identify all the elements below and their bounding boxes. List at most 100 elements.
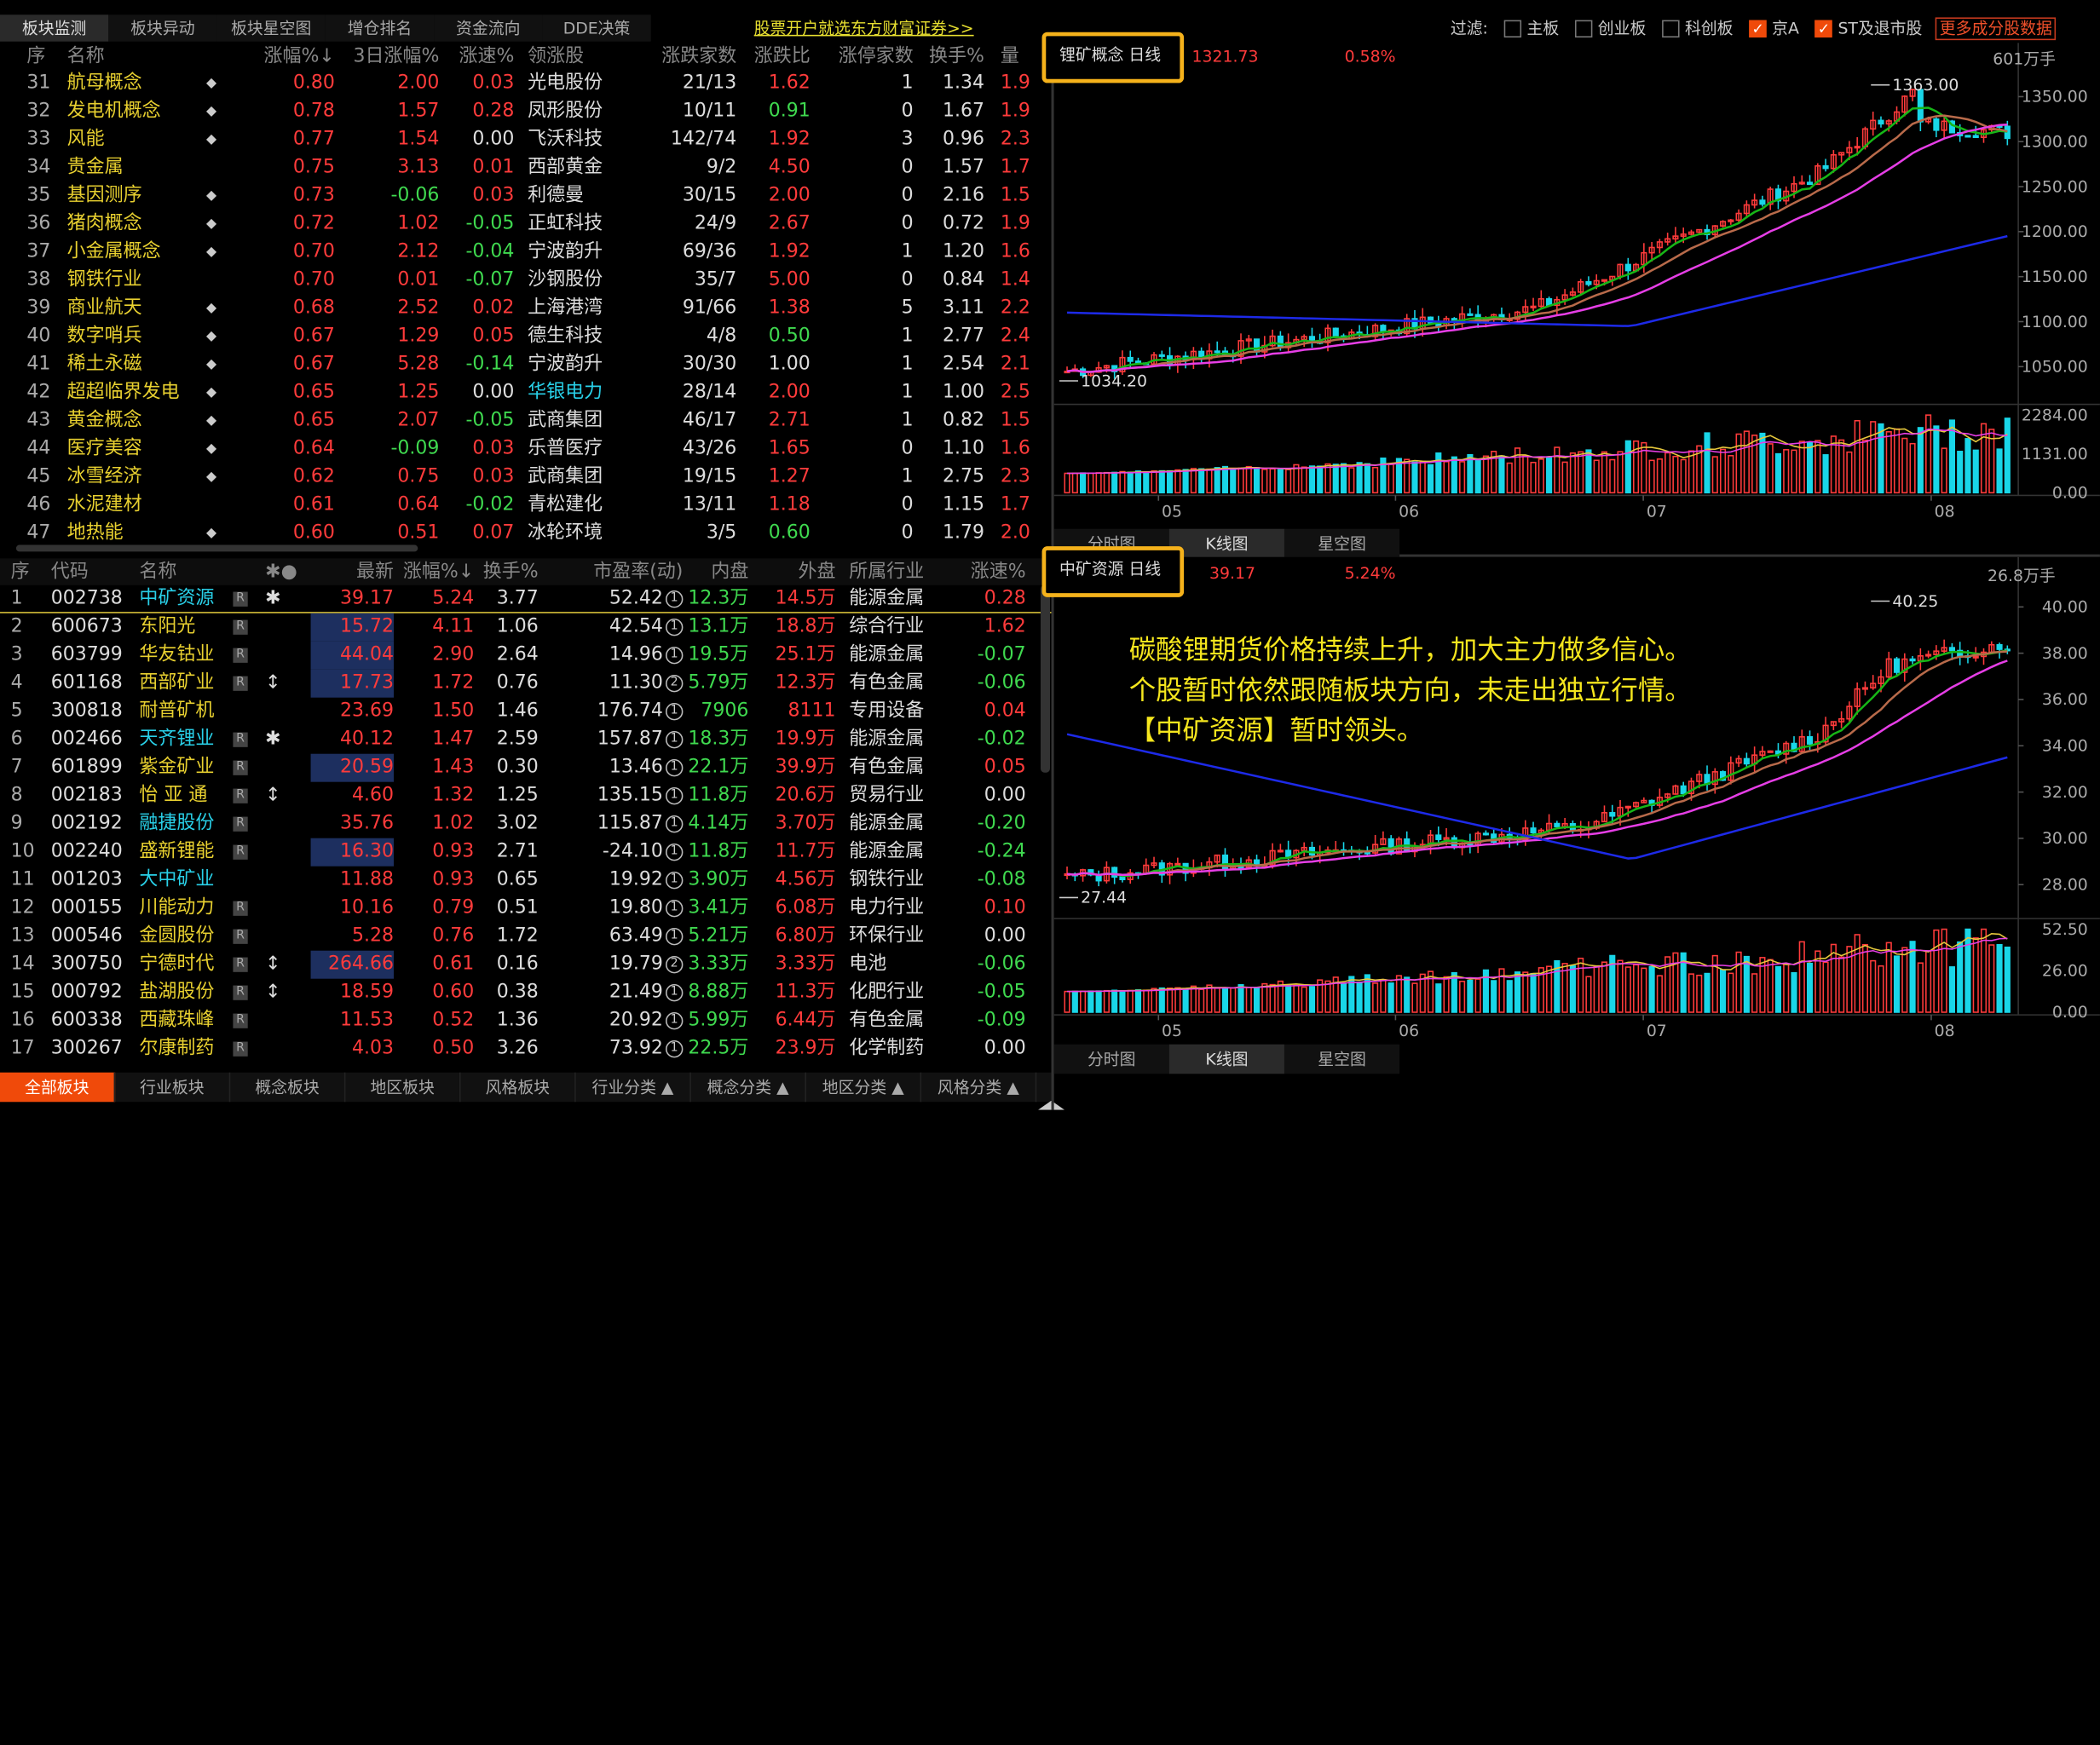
- stock-name[interactable]: 天齐锂业: [139, 729, 214, 750]
- stock-name[interactable]: 大中矿业: [139, 869, 214, 890]
- sector-header-6[interactable]: 涨跌家数: [632, 43, 736, 69]
- tab-5[interactable]: DDE决策: [542, 14, 651, 42]
- stock-row[interactable]: 12 000155 川能动力 R 10.16 0.79 0.51 19.80 1 3.41万 6.0…: [0, 895, 1052, 923]
- bottom-tab-6[interactable]: 概念分类 ▲: [691, 1072, 806, 1103]
- stock-name[interactable]: 川能动力: [139, 897, 214, 919]
- more-stock-data-button[interactable]: 更多成分股数据: [1936, 16, 2057, 40]
- stock-header-3[interactable]: ✱●: [265, 558, 305, 585]
- stock-row[interactable]: 13 000546 金圆股份 R 5.28 0.76 1.72 63.49 1 5.21万 6.80…: [0, 923, 1052, 951]
- bottom-tab-5[interactable]: 行业分类 ▲: [576, 1072, 691, 1103]
- filter-checkbox-0[interactable]: [1503, 19, 1522, 37]
- stock-header-7[interactable]: 市盈率(动): [549, 558, 683, 585]
- sector-row[interactable]: 31 航母概念 ◆ 0.80 2.00 0.03 光电股份 21/13 1.62 1 1.34 1.9: [16, 70, 1052, 98]
- stock-row[interactable]: 15 000792 盐湖股份 R ↕ 18.59 0.60 0.38 21.49 1 8.88万 11…: [0, 979, 1052, 1007]
- filter-checkbox-4[interactable]: ✓: [1814, 19, 1833, 37]
- stock-header-9[interactable]: 外盘: [750, 558, 836, 585]
- tab-2[interactable]: 板块星空图: [216, 14, 326, 42]
- stock-row[interactable]: 3 603799 华友钴业 R 44.04 2.90 2.64 14.96 1 19.5万 25.1…: [0, 641, 1052, 670]
- sector-row[interactable]: 34 贵金属 0.75 3.13 0.01 西部黄金 9/2 4.50 0 1.57 1.7: [16, 154, 1052, 182]
- tab-4[interactable]: 资金流向: [434, 14, 543, 42]
- stock-row[interactable]: 10 002240 盛新锂能 R 16.30 0.93 2.71 -24.10 1 11.8万 11…: [0, 838, 1052, 867]
- stock-row[interactable]: 11 001203 大中矿业 11.88 0.93 0.65 19.92 1 3.90万 4.56…: [0, 867, 1052, 895]
- stock-header-5[interactable]: 涨幅%↓: [396, 558, 474, 585]
- stock-name[interactable]: 宁德时代: [139, 953, 214, 975]
- chart2-tab-0[interactable]: 分时图: [1053, 1044, 1169, 1074]
- sector-hscroll[interactable]: [15, 544, 418, 552]
- chart2-tab-1[interactable]: K线图: [1168, 1044, 1284, 1074]
- chart2-tab-2[interactable]: 星空图: [1284, 1044, 1400, 1074]
- filter-checkbox-3[interactable]: ✓: [1749, 19, 1767, 37]
- stock-vscroll[interactable]: [1040, 585, 1050, 773]
- stock-name[interactable]: 东阳光: [139, 616, 195, 637]
- sector-row[interactable]: 35 基因测序 ◆ 0.73 -0.06 0.03 利德曼 30/15 2.00 0 2.16 1.5: [16, 182, 1052, 210]
- stock-header-4[interactable]: 最新: [311, 558, 394, 585]
- bottom-tab-7[interactable]: 地区分类 ▲: [806, 1072, 922, 1103]
- promo-link[interactable]: 股票开户就选东方财富证券>>: [754, 14, 974, 41]
- stock-row[interactable]: 17 300267 尔康制药 R 4.03 0.50 3.26 73.92 1 22.5万 23.9…: [0, 1035, 1052, 1063]
- stock-name[interactable]: 怡 亚 通: [139, 785, 207, 806]
- sector-header-1[interactable]: 名称: [67, 43, 215, 69]
- stock-header-0[interactable]: 序: [11, 558, 51, 585]
- sector-header-4[interactable]: 涨速%: [442, 43, 514, 69]
- filter-checkbox-2[interactable]: [1662, 19, 1680, 37]
- sector-header-9[interactable]: 换手%: [914, 43, 984, 69]
- stock-header-1[interactable]: 代码: [51, 558, 145, 585]
- stock-row[interactable]: 2 600673 东阳光 R 15.72 4.11 1.06 42.54 1 13.1万 18.8万…: [0, 613, 1052, 642]
- sector-row[interactable]: 41 稀土永磁 ◆ 0.67 5.28 -0.14 宁波韵升 30/30 1.00 1 2.54 2.…: [16, 351, 1052, 379]
- sector-row[interactable]: 47 地热能 ◆ 0.60 0.51 0.07 冰轮环境 3/5 0.60 0 1.79 2.0: [16, 520, 1052, 548]
- stock-name[interactable]: 紫金矿业: [139, 757, 214, 778]
- bottom-tab-1[interactable]: 行业板块: [115, 1072, 231, 1103]
- sector-row[interactable]: 45 冰雪经济 ◆ 0.62 0.75 0.03 武商集团 19/15 1.27 1 2.75 2.3: [16, 464, 1052, 492]
- bottom-tab-3[interactable]: 地区板块: [345, 1072, 461, 1103]
- sector-row[interactable]: 32 发电机概念 ◆ 0.78 1.57 0.28 凤形股份 10/11 0.91 0 1.67 1.…: [16, 98, 1052, 126]
- stock-name[interactable]: 耐普矿机: [139, 700, 214, 722]
- stock-row[interactable]: 16 600338 西藏珠峰 R 11.53 0.52 1.36 20.92 1 5.99万 6.4…: [0, 1007, 1052, 1035]
- stock-row[interactable]: 9 002192 融捷股份 R 35.76 1.02 3.02 115.87 1 4.14万 3.7…: [0, 810, 1052, 838]
- sector-header-0[interactable]: 序: [26, 43, 66, 69]
- sector-row[interactable]: 33 风能 ◆ 0.77 1.54 0.00 飞沃科技 142/74 1.92 3 0.96 2.3: [16, 126, 1052, 154]
- stock-row[interactable]: 1 002738 中矿资源 R ✱ 39.17 5.24 3.77 52.42 1 12.3万 14.…: [0, 585, 1052, 613]
- sector-row[interactable]: 46 水泥建材 0.61 0.64 -0.02 青松建化 13/11 1.18 0 1.15 1.7: [16, 492, 1052, 520]
- bottom-tab-2[interactable]: 概念板块: [230, 1072, 346, 1103]
- stock-row[interactable]: 14 300750 宁德时代 R ↕ 264.66 0.61 0.16 19.79 2 3.33万 3…: [0, 950, 1052, 979]
- stock-header-2[interactable]: 名称: [139, 558, 233, 585]
- sector-header-5[interactable]: 领涨股: [528, 43, 635, 69]
- tab-3[interactable]: 增仓排名: [325, 14, 435, 42]
- chart1-tab-1[interactable]: K线图: [1168, 528, 1284, 559]
- sector-row[interactable]: 42 超超临界发电 ◆ 0.65 1.25 0.00 华银电力 28/14 2.00 1 1.00 2…: [16, 379, 1052, 407]
- tab-1[interactable]: 板块异动: [108, 14, 217, 42]
- sector-row[interactable]: 37 小金属概念 ◆ 0.70 2.12 -0.04 宁波韵升 69/36 1.92 1 1.20 1…: [16, 239, 1052, 267]
- bottom-tab-4[interactable]: 风格板块: [461, 1072, 576, 1103]
- stock-header-8[interactable]: 内盘: [683, 558, 748, 585]
- stock-name[interactable]: 尔康制药: [139, 1038, 214, 1059]
- stock-name[interactable]: 金圆股份: [139, 925, 214, 947]
- stock-row[interactable]: 5 300818 耐普矿机 23.69 1.50 1.46 176.74 1 7906 8111 专…: [0, 698, 1052, 726]
- filter-checkbox-1[interactable]: [1575, 19, 1593, 37]
- sector-row[interactable]: 39 商业航天 ◆ 0.68 2.52 0.02 上海港湾 91/66 1.38 5 3.11 2.2: [16, 295, 1052, 323]
- stock-name[interactable]: 中矿资源: [139, 588, 214, 609]
- stock-header-6[interactable]: 换手%: [476, 558, 539, 585]
- chart1-tab-2[interactable]: 星空图: [1284, 528, 1400, 559]
- stock-row[interactable]: 8 002183 怡 亚 通 R ↕ 4.60 1.32 1.25 135.15 1 11.8万 20…: [0, 782, 1052, 810]
- sector-header-8[interactable]: 涨停家数: [820, 43, 914, 69]
- sector-row[interactable]: 38 钢铁行业 0.70 0.01 -0.07 沙钢股份 35/7 5.00 0 0.84 1.4: [16, 267, 1052, 295]
- sector-row[interactable]: 40 数字哨兵 ◆ 0.67 1.29 0.05 德生科技 4/8 0.50 1 2.77 2.4: [16, 323, 1052, 351]
- stock-name[interactable]: 盐湖股份: [139, 982, 214, 1003]
- stock-header-11[interactable]: 涨速%: [951, 558, 1026, 585]
- bottom-tab-0[interactable]: 全部板块: [0, 1072, 116, 1103]
- stock-name[interactable]: 西藏珠峰: [139, 1010, 214, 1031]
- sector-header-3[interactable]: 3日涨幅%: [338, 43, 440, 69]
- sector-row[interactable]: 43 黄金概念 ◆ 0.65 2.07 -0.05 武商集团 46/17 2.71 1 0.82 1.…: [16, 407, 1052, 435]
- sector-row[interactable]: 36 猪肉概念 ◆ 0.72 1.02 -0.05 正虹科技 24/9 2.67 0 0.72 1.9: [16, 210, 1052, 239]
- stock-name[interactable]: 融捷股份: [139, 813, 214, 834]
- sector-row[interactable]: 44 医疗美容 ◆ 0.64 -0.09 0.03 乐普医疗 43/26 1.65 0 1.10 1.…: [16, 435, 1052, 464]
- stock-row[interactable]: 6 002466 天齐锂业 R ✱ 40.12 1.47 2.59 157.87 1 18.3万 19…: [0, 726, 1052, 754]
- stock-header-10[interactable]: 所属行业: [849, 558, 943, 585]
- sector-header-7[interactable]: 涨跌比: [739, 43, 811, 69]
- bottom-tab-8[interactable]: 风格分类 ▲: [921, 1072, 1037, 1103]
- stock-row[interactable]: 7 601899 紫金矿业 R 20.59 1.43 0.30 13.46 1 22.1万 39.9…: [0, 753, 1052, 782]
- tab-0[interactable]: 板块监测: [0, 14, 109, 42]
- sector-header-2[interactable]: 涨幅%↓: [255, 43, 334, 69]
- stock-row[interactable]: 4 601168 西部矿业 R ↕ 17.73 1.72 0.76 11.30 2 5.79万 12.…: [0, 669, 1052, 698]
- stock-name[interactable]: 华友钴业: [139, 644, 214, 665]
